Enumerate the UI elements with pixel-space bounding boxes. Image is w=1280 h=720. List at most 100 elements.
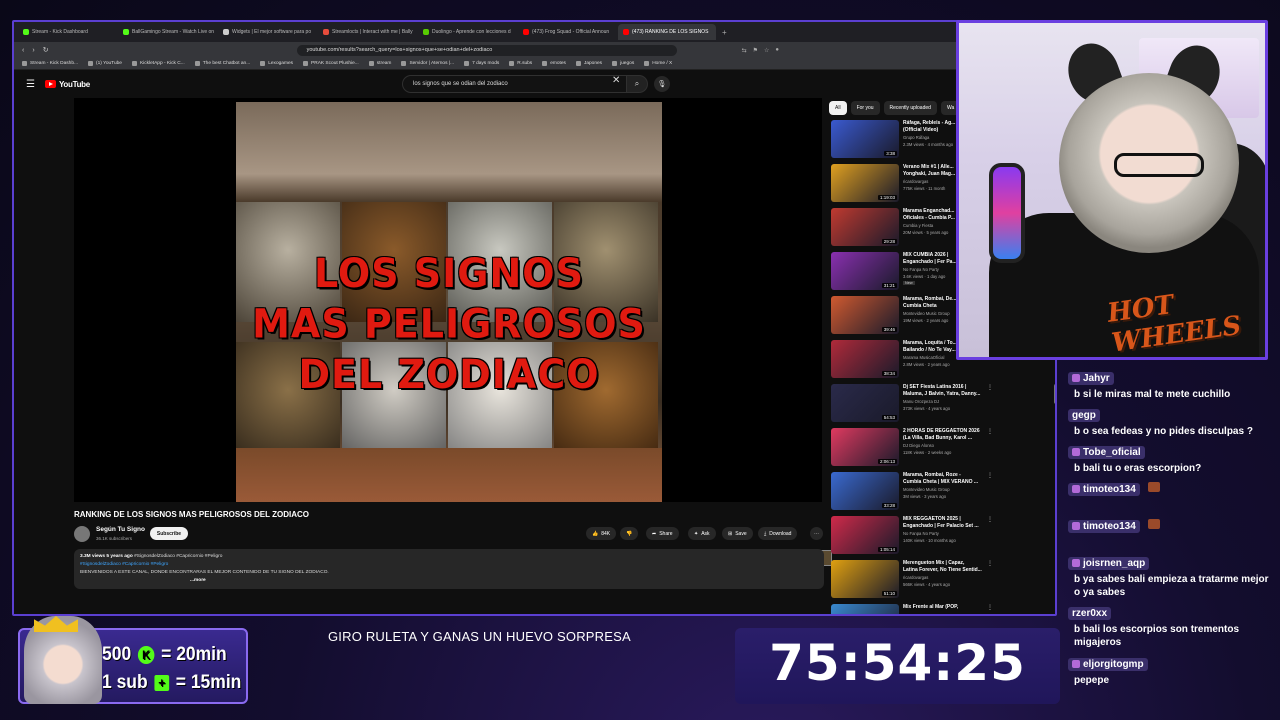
recommended-channel[interactable]: ricardovargas bbox=[903, 179, 928, 184]
chat-username[interactable]: timoteo134 bbox=[1068, 520, 1140, 533]
description-tags[interactable]: #SignosdelZodiaco #Capricornio #Peligro bbox=[80, 561, 818, 569]
recommended-thumbnail[interactable]: 1:05:14 bbox=[831, 516, 899, 554]
youtube-logo[interactable]: YouTube bbox=[44, 80, 90, 89]
recommended-channel[interactable]: Cumbia y Fiesta bbox=[903, 223, 933, 228]
chat-username[interactable]: gegp bbox=[1068, 409, 1100, 422]
bookmark-item[interactable]: Servidor | Aternos |... bbox=[401, 61, 454, 66]
recommended-video[interactable]: 1:05:14 MIX REGGAETON 2025 | Enganchado | … bbox=[829, 516, 1055, 556]
chat-username[interactable]: eljorgitogmp bbox=[1068, 658, 1148, 671]
recommended-channel[interactable]: ricardovargas bbox=[903, 575, 928, 580]
bookmark-item[interactable]: juegos bbox=[612, 61, 634, 66]
recommended-title[interactable]: Marama, Rombai, Roze - Cumbia Cheta | MIX… bbox=[903, 472, 1055, 486]
like-button[interactable]: 👍 84K bbox=[586, 527, 617, 540]
filter-chip[interactable]: For you bbox=[850, 101, 880, 115]
download-button[interactable]: ⤓ Download bbox=[758, 527, 798, 540]
video-menu-icon[interactable]: ⋮ bbox=[987, 428, 993, 435]
recommended-channel[interactable]: Montevideo Music Group bbox=[903, 487, 950, 492]
back-icon[interactable]: ‹ bbox=[22, 47, 24, 54]
recommended-channel[interactable]: DJ Diego Alonso bbox=[903, 443, 934, 448]
recommended-video[interactable]: 54:53 Dj SET Fiesta Latina 2016 | Maluma, … bbox=[829, 384, 1055, 424]
ask-button[interactable]: ✦ Ask bbox=[688, 527, 716, 540]
channel-avatar[interactable] bbox=[74, 526, 90, 542]
recommended-channel[interactable]: No Fanpa No Party bbox=[903, 531, 939, 536]
bookmark-item[interactable]: Japones bbox=[575, 61, 602, 66]
recommended-video[interactable]: 51:10 Merengueton Mix | Capaz, Latina Fore… bbox=[829, 560, 1055, 600]
recommended-title[interactable]: Mix Frente al Mar (POP, bbox=[903, 604, 1055, 611]
browser-tab[interactable]: Widgets | El mejor software para po bbox=[218, 24, 316, 40]
browser-tab[interactable]: (473) Frog Squad - Official Announ bbox=[518, 24, 616, 40]
bookmark-item[interactable]: Home / X bbox=[644, 61, 672, 66]
share-button[interactable]: ➦ Share bbox=[646, 527, 679, 540]
bookmark-item[interactable]: (1) YouTube bbox=[87, 61, 122, 66]
new-tab-button[interactable]: + bbox=[722, 28, 727, 37]
recommended-video[interactable]: 2:06:13 2 HORAS DE REGGAETON 2026 (La Vill… bbox=[829, 428, 1055, 468]
recommended-title[interactable]: MIX REGGAETON 2025 | Enganchado | Fer Pal… bbox=[903, 516, 1055, 530]
url-field[interactable]: youtube.com/results?search_query=los+sig… bbox=[296, 44, 677, 56]
recommended-title[interactable]: Dj SET Fiesta Latina 2016 | Maluma, J Bal… bbox=[903, 384, 1055, 398]
recommended-thumbnail[interactable]: 33:28 bbox=[831, 472, 899, 510]
bookmark-item[interactable]: R.subs bbox=[509, 61, 532, 66]
chat-username[interactable]: Tobe_oficial bbox=[1068, 446, 1145, 459]
recommended-thumbnail[interactable]: 1:19:03 bbox=[831, 164, 899, 202]
recommended-title[interactable]: Merengueton Mix | Capaz, Latina Forever, … bbox=[903, 560, 1055, 574]
forward-icon[interactable]: › bbox=[32, 47, 34, 54]
video-description[interactable]: 3.3M views 5 years ago #SignosdelZodiaco… bbox=[74, 549, 824, 589]
bookmark-item[interactable]: KickletApp - Kick C... bbox=[131, 61, 185, 66]
bookmark-item[interactable]: 7 days mods bbox=[464, 61, 499, 66]
dislike-button[interactable]: 👎 bbox=[620, 527, 639, 540]
star-icon[interactable]: ☆ bbox=[764, 47, 769, 54]
bookmark-item[interactable]: PRAK Scout Plushie... bbox=[303, 61, 359, 66]
recommended-thumbnail[interactable]: 39:46 bbox=[831, 296, 899, 334]
recommended-thumbnail[interactable]: 54:53 bbox=[831, 384, 899, 422]
bookmark-item[interactable]: Lexogames bbox=[260, 61, 293, 66]
profile-icon[interactable]: ● bbox=[775, 47, 779, 54]
browser-tab[interactable]: (473) RANKING DE LOS SIGNOS bbox=[618, 24, 716, 40]
subscribe-button[interactable]: Subscribe bbox=[150, 527, 188, 540]
menu-icon[interactable]: ☰ bbox=[26, 79, 35, 90]
reload-icon[interactable]: ↻ bbox=[43, 46, 49, 54]
bookmark-item[interactable]: Stream - Kick Dashb... bbox=[22, 61, 78, 66]
recommended-video[interactable]: Mix Frente al Mar (POP, ⋮ bbox=[829, 604, 1055, 614]
more-actions-button[interactable]: ⋯ bbox=[810, 527, 823, 540]
channel-name[interactable]: Según Tu Signo bbox=[96, 526, 145, 533]
chat-username[interactable]: timoteo134 bbox=[1068, 483, 1140, 496]
recommended-channel[interactable]: No Fanpa No Party bbox=[903, 267, 939, 272]
scrollbar[interactable] bbox=[1054, 384, 1055, 404]
browser-tab[interactable]: Stream - Kick Dashboard bbox=[18, 24, 116, 40]
recommended-title[interactable]: 2 HORAS DE REGGAETON 2026 (La Villa, Bad … bbox=[903, 428, 1055, 442]
filter-chip[interactable]: Recently uploaded bbox=[883, 101, 937, 115]
recommended-thumbnail[interactable]: 29:28 bbox=[831, 208, 899, 246]
recommended-thumbnail[interactable]: 3:38 bbox=[831, 120, 899, 158]
recommended-channel[interactable]: Manu Orozpeza DJ bbox=[903, 399, 939, 404]
extension-icon[interactable]: ⚑ bbox=[753, 47, 758, 54]
browser-tab[interactable]: Streamlocts | Interact with me | Bally bbox=[318, 24, 416, 40]
bookmark-item[interactable]: The best Chatbot an... bbox=[194, 61, 250, 66]
search-button[interactable]: ⌕ bbox=[626, 75, 648, 93]
filter-chip[interactable]: All bbox=[829, 101, 847, 115]
bookmark-item[interactable]: emotes bbox=[542, 61, 566, 66]
translate-icon[interactable]: ⇆ bbox=[742, 47, 747, 54]
video-menu-icon[interactable]: ⋮ bbox=[987, 516, 993, 523]
recommended-video[interactable]: 33:28 Marama, Rombai, Roze - Cumbia Cheta … bbox=[829, 472, 1055, 512]
voice-search-button[interactable]: 🎙 bbox=[654, 76, 670, 92]
browser-tab[interactable]: Duolingo - Aprende con lecciones d bbox=[418, 24, 516, 40]
recommended-channel[interactable]: Montevideo Music Group bbox=[903, 311, 950, 316]
show-more-link[interactable]: ...more bbox=[190, 578, 206, 583]
recommended-channel[interactable]: Grupo Ráfaga bbox=[903, 135, 929, 140]
video-menu-icon[interactable]: ⋮ bbox=[987, 472, 993, 479]
browser-tab[interactable]: BallGamingo Stream - Watch Live on bbox=[118, 24, 216, 40]
video-player[interactable]: LOS SIGNOS MAS PELIGROSOS DEL ZODIACO bbox=[74, 98, 832, 566]
video-menu-icon[interactable]: ⋮ bbox=[987, 604, 993, 611]
chat-username[interactable]: Jahyr bbox=[1068, 372, 1114, 385]
chat-username[interactable]: joisrnen_aqp bbox=[1068, 557, 1150, 570]
recommended-thumbnail[interactable]: 38:34 bbox=[831, 340, 899, 378]
recommended-thumbnail[interactable]: 31:21 bbox=[831, 252, 899, 290]
video-menu-icon[interactable]: ⋮ bbox=[987, 560, 993, 567]
video-menu-icon[interactable]: ⋮ bbox=[987, 384, 993, 391]
search-input[interactable]: los signos que se odian del zodiaco bbox=[402, 75, 628, 93]
recommended-thumbnail[interactable] bbox=[831, 604, 899, 614]
clear-search-icon[interactable]: ✕ bbox=[612, 75, 620, 86]
bookmark-item[interactable]: stream bbox=[368, 61, 391, 66]
recommended-thumbnail[interactable]: 2:06:13 bbox=[831, 428, 899, 466]
chat-username[interactable]: rzer0xx bbox=[1068, 607, 1112, 620]
